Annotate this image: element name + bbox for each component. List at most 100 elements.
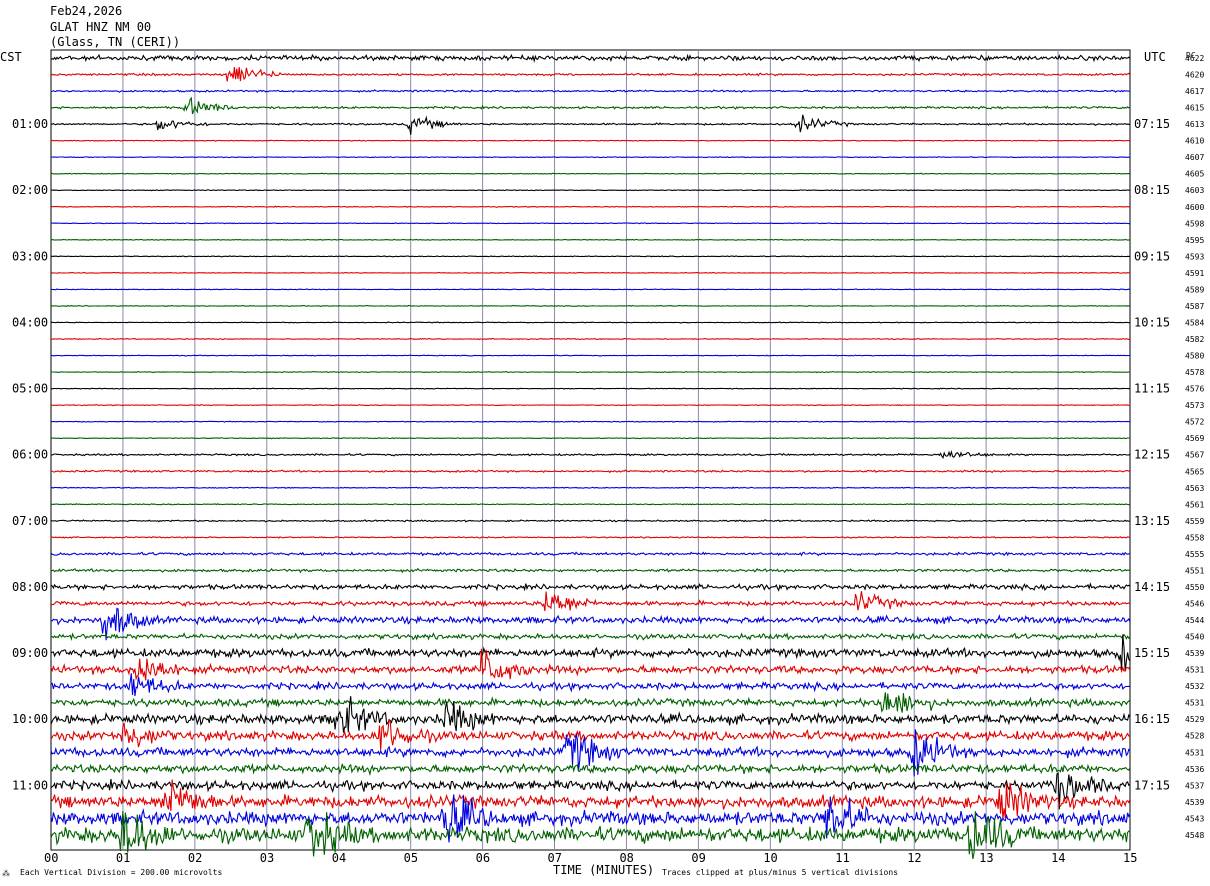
dc-offset-value: 4539: [1185, 798, 1204, 807]
clipping-note: Traces clipped at plus/minus 5 vertical …: [662, 868, 898, 877]
left-hour-label: 04:00: [12, 315, 48, 329]
dc-offset-value: 4615: [1185, 104, 1204, 113]
right-hour-label: 09:15: [1134, 249, 1170, 263]
seismic-trace-row: [50, 321, 1131, 324]
left-hour-label: 10:00: [12, 712, 48, 726]
left-hour-label: 11:00: [12, 778, 48, 792]
x-axis-title: TIME (MINUTES): [553, 863, 654, 877]
dc-offset-value: 4537: [1185, 781, 1204, 790]
seismic-trace-row: [50, 469, 1131, 474]
dc-offset-value: 4540: [1185, 633, 1204, 642]
dc-offset-value: 4558: [1185, 533, 1204, 542]
seismic-trace-row: [50, 718, 1131, 751]
seismic-trace-row: [50, 255, 1131, 258]
dc-offset-value: 4578: [1185, 368, 1204, 377]
x-tick-label: 04: [332, 851, 346, 865]
dc-offset-value: 4569: [1185, 434, 1204, 443]
x-tick-label: 11: [835, 851, 849, 865]
right-hour-label: 13:15: [1134, 514, 1170, 528]
dc-offset-value: 4576: [1185, 385, 1204, 394]
seismic-trace-row: [50, 139, 1131, 142]
seismic-trace-row: [50, 632, 1131, 642]
dc-offset-value: 4543: [1185, 814, 1204, 823]
seismic-trace-row: [50, 503, 1131, 506]
left-hour-label: 03:00: [12, 249, 48, 263]
dc-offset-value: 4603: [1185, 186, 1204, 195]
dc-offset-value: 4589: [1185, 285, 1204, 294]
right-hour-label: 15:15: [1134, 646, 1170, 660]
left-timezone-label: CST: [0, 50, 22, 64]
seismic-trace-row: [50, 354, 1131, 357]
seismic-trace-row: [50, 205, 1131, 208]
x-tick-label: 13: [979, 851, 993, 865]
dc-offset-value: 4620: [1185, 71, 1204, 80]
dc-offset-value: 4617: [1185, 87, 1204, 96]
seismic-trace-row: [50, 420, 1131, 423]
seismic-trace-row: [50, 692, 1131, 713]
left-hour-label: 09:00: [12, 646, 48, 660]
seismic-trace-row: [50, 762, 1131, 777]
seismic-trace-row: [50, 535, 1131, 539]
dc-offset-value: 4610: [1185, 137, 1204, 146]
dc-offset-value: 4565: [1185, 467, 1204, 476]
footer-mark: ⁂: [2, 869, 10, 878]
seismic-traces: [50, 53, 1131, 860]
dc-offset-value: 4544: [1185, 616, 1204, 625]
dc-offset-value: 4587: [1185, 302, 1204, 311]
x-tick-label: 03: [260, 851, 274, 865]
right-hour-label: 16:15: [1134, 712, 1170, 726]
seismic-trace-row: [50, 567, 1131, 574]
dc-offset-value: 4550: [1185, 583, 1204, 592]
left-hour-label: 06:00: [12, 448, 48, 462]
right-hour-label: 07:15: [1134, 117, 1170, 131]
x-tick-label: 02: [188, 851, 202, 865]
seismic-trace-row: [50, 437, 1130, 440]
right-hour-label: 12:15: [1134, 448, 1170, 462]
dc-offset-value: 4622: [1185, 54, 1204, 63]
dc-offset-value: 4605: [1185, 170, 1204, 179]
seismic-trace-row: [50, 172, 1131, 175]
seismic-trace-row: [50, 404, 1130, 407]
x-tick-label: 09: [691, 851, 705, 865]
dc-offset-value: 4598: [1185, 219, 1204, 228]
dc-offset-value: 4531: [1185, 699, 1204, 708]
seismic-trace-row: [50, 673, 1131, 697]
seismic-trace-row: [50, 449, 1131, 460]
seismic-trace-row: [50, 114, 1131, 135]
x-tick-label: 15: [1123, 851, 1137, 865]
left-hour-label: 02:00: [12, 183, 48, 197]
dc-offset-value: 4591: [1185, 269, 1204, 278]
dc-offset-value: 4573: [1185, 401, 1204, 410]
seismic-trace-row: [50, 634, 1131, 672]
dc-offset-value: 4551: [1185, 566, 1204, 575]
left-hour-label: 05:00: [12, 382, 48, 396]
seismic-trace-row: [50, 288, 1131, 291]
left-hour-label: 01:00: [12, 117, 48, 131]
left-hour-label: 08:00: [12, 580, 48, 594]
dc-offset-value: 4528: [1185, 732, 1204, 741]
plot-grid: [50, 49, 1131, 851]
dc-offset-value: 4531: [1185, 748, 1204, 757]
plot-frame: [50, 49, 1131, 851]
dc-offset-value: 4600: [1185, 203, 1204, 212]
right-timezone-label: UTC: [1144, 50, 1166, 64]
dc-offset-value: 4567: [1185, 451, 1204, 460]
dc-offset-value: 4584: [1185, 318, 1204, 327]
dc-offset-value: 4593: [1185, 252, 1204, 261]
right-hour-label: 17:15: [1134, 778, 1170, 792]
dc-offset-value: 4531: [1185, 666, 1204, 675]
dc-offset-value: 4572: [1185, 418, 1204, 427]
x-tick-label: 07: [548, 851, 562, 865]
seismic-trace-row: [51, 156, 1131, 159]
dc-offset-value: 4555: [1185, 550, 1204, 559]
seismic-trace-row: [50, 551, 1130, 557]
dc-offset-value: 4580: [1185, 352, 1204, 361]
x-tick-label: 05: [404, 851, 418, 865]
right-hour-label: 14:15: [1134, 580, 1170, 594]
dc-offset-value: 4539: [1185, 649, 1204, 658]
seismic-trace-row: [50, 304, 1131, 308]
dc-offset-value: 4536: [1185, 765, 1204, 774]
dc-offset-value: 4563: [1185, 484, 1204, 493]
seismic-trace-row: [51, 371, 1131, 374]
dc-offset-value: 4595: [1185, 236, 1204, 245]
